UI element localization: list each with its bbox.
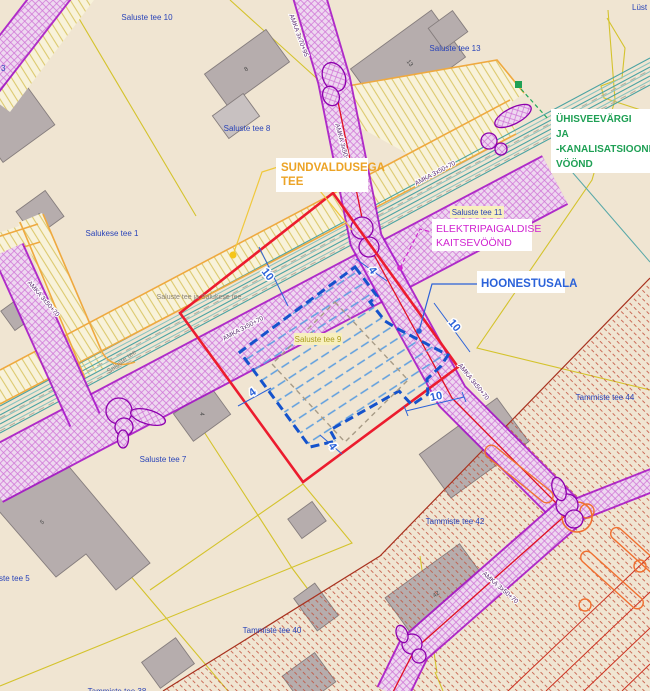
parcel-label-saluste9: Saluste tee 9 (295, 335, 342, 344)
parcel-label: Lüst (632, 3, 648, 12)
detail-plan-map: 8 13 1 4 5 42 42 (0, 0, 650, 691)
callout-elektripaigaldise: ELEKTRIPAIGALDISE KAITSEVÖÖND (432, 219, 541, 251)
parcel-label: Tammiste tee 44 (576, 393, 635, 402)
dim-label: 10 (429, 390, 443, 404)
callout-text: -KANALISATSIOONI (556, 144, 650, 155)
callout-text: HOONESTUSALA (481, 278, 577, 290)
callout-uhisveevargi: ÜHISVEEVÄRGI JA -KANALISATSIOONI VÖÖND (551, 109, 650, 173)
callout-hoonestusala: HOONESTUSALA (477, 271, 577, 293)
parcel-label: Saluste tee 10 (121, 13, 173, 22)
parcel-label: 3 (1, 64, 6, 73)
parcel-label: Salukese tee 1 (86, 229, 139, 238)
electrical-zone-dot (397, 265, 403, 271)
parcel-label: Saluste tee 5 (0, 574, 30, 583)
parcel-label: Saluste tee 11 (452, 208, 503, 217)
parcel-label: Tammiste tee 42 (426, 517, 485, 526)
road-leader-dot (230, 252, 237, 259)
callout-text: SUNDVALDUSEGA (281, 162, 385, 174)
road-parcel-label: Saluste tee ja Salukese tee (157, 294, 242, 301)
map-canvas: 8 13 1 4 5 42 42 (0, 0, 650, 691)
parcel-label: Saluste tee 8 (224, 124, 271, 133)
callout-text: ELEKTRIPAIGALDISE (436, 223, 541, 235)
callout-text: ÜHISVEEVÄRGI (556, 112, 632, 125)
building-area-dot (416, 328, 422, 334)
water-zone-marker (515, 81, 522, 88)
parcel-label: Tammiste tee 38 (88, 687, 147, 691)
parcel-label: Saluste tee 7 (140, 455, 187, 464)
callout-text: VÖÖND (556, 157, 593, 170)
parcel-label: Saluste tee 13 (429, 44, 481, 53)
callout-text: TEE (281, 176, 304, 188)
callout-text: KAITSEVÖÖND (436, 237, 512, 249)
parcel-label: Tammiste tee 40 (243, 626, 302, 635)
callout-text: JA (556, 129, 569, 140)
